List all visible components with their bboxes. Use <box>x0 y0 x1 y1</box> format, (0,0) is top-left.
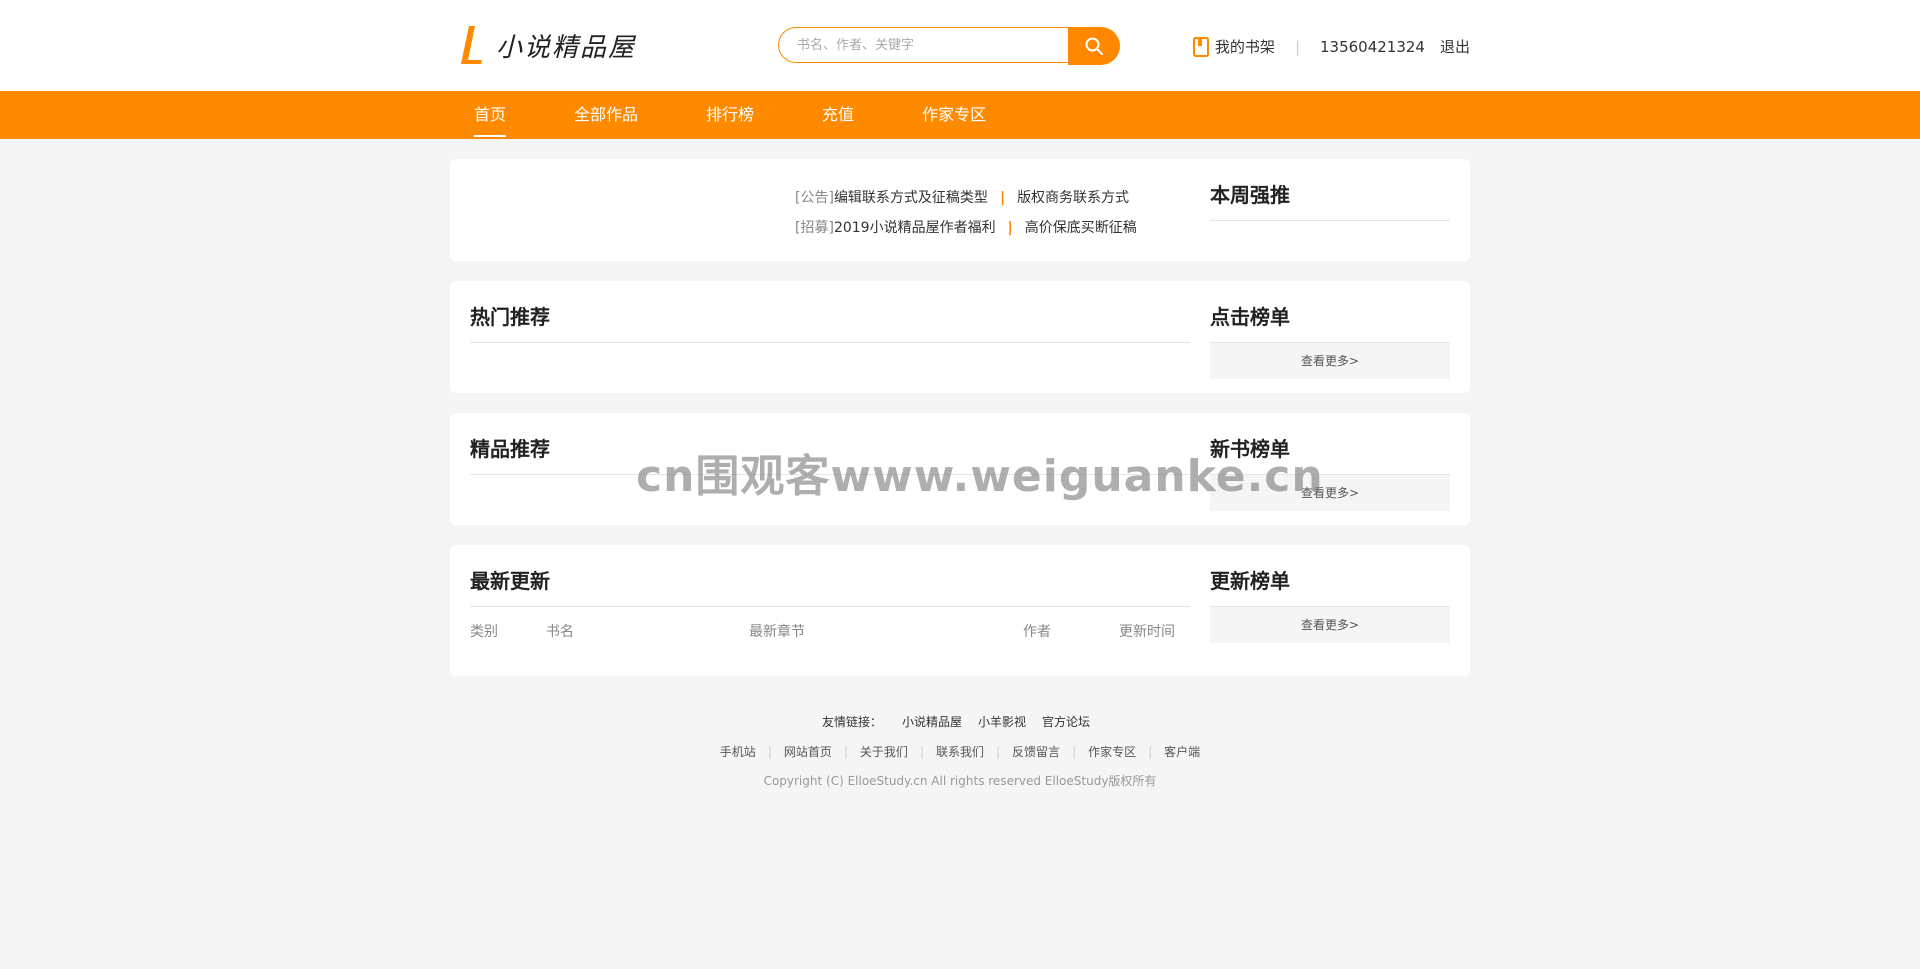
notice-link[interactable]: 高价保底买断征稿 <box>1025 220 1137 236</box>
nav-item-author-zone[interactable]: 作家专区 <box>922 91 986 139</box>
section-title: 热门推荐 <box>470 289 1190 343</box>
notice-tag: [招募] <box>795 220 834 236</box>
friend-link[interactable]: 小羊影视 <box>978 715 1026 729</box>
main-nav: 首页 全部作品 排行榜 充值 作家专区 <box>0 91 1920 139</box>
footer-link[interactable]: 关于我们 <box>860 745 908 759</box>
footer-separator: | <box>996 745 1001 759</box>
column-header: 书名 <box>546 624 574 640</box>
footer-link[interactable]: 反馈留言 <box>1012 745 1060 759</box>
more-button[interactable]: 查看更多> <box>1210 607 1450 643</box>
section-title: 最新更新 <box>470 553 1190 607</box>
nav-item-rankings[interactable]: 排行榜 <box>706 91 754 139</box>
friend-link[interactable]: 官方论坛 <box>1042 715 1090 729</box>
footer-separator: | <box>919 745 924 759</box>
book-icon <box>1192 36 1209 57</box>
search-icon <box>1085 37 1103 55</box>
footer-link[interactable]: 网站首页 <box>784 745 832 759</box>
user-area: 我的书架 | 13560421324 退出 <box>1192 36 1470 57</box>
footer-links: 手机站 | 网站首页 | 关于我们 | 联系我们 | 反馈留言 | 作家专区 | 客户端 <box>450 742 1470 762</box>
update-rank-section: 更新榜单 查看更多> <box>1210 553 1450 643</box>
weekly-section: 本周强推 <box>1210 167 1450 221</box>
search-input[interactable] <box>778 27 1068 63</box>
notice-link[interactable]: 2019小说精品屋作者福利 <box>834 220 996 236</box>
notice-line-2: [招募]2019小说精品屋作者福利 | 高价保底买断征稿 <box>795 213 1137 243</box>
latest-table-header: 类别 书名 最新章节 作者 更新时间 <box>470 621 1190 641</box>
copyright: Copyright (C) ElloeStudy.cn All rights r… <box>763 774 1157 788</box>
hot-panel: 热门推荐 点击榜单 查看更多> <box>450 281 1470 393</box>
section-title: 点击榜单 <box>1210 289 1450 343</box>
column-header: 作者 <box>1023 624 1051 640</box>
latest-panel: 最新更新 类别 书名 最新章节 作者 更新时间 更新榜单 查看更多> <box>450 545 1470 676</box>
footer-separator: | <box>1072 745 1077 759</box>
footer-separator: | <box>767 745 772 759</box>
footer: 友情链接： 小说精品屋 小羊影视 官方论坛 手机站 | 网站首页 | 关于我们 | 联系我们 | 反馈… <box>450 712 1470 789</box>
top-header: 小说精品屋 我的书架 | 13560421324 退出 <box>0 0 1920 91</box>
footer-separator: | <box>1148 745 1153 759</box>
footer-link[interactable]: 联系我们 <box>936 745 984 759</box>
column-header: 更新时间 <box>1119 624 1175 640</box>
notice-tag: [公告] <box>795 190 834 206</box>
column-header: 最新章节 <box>749 624 805 640</box>
footer-link[interactable]: 客户端 <box>1164 745 1200 759</box>
footer-link[interactable]: 手机站 <box>720 745 756 759</box>
nav-item-all-works[interactable]: 全部作品 <box>574 91 638 139</box>
hot-section: 热门推荐 <box>470 289 1190 343</box>
section-title: 本周强推 <box>1210 167 1450 221</box>
logo-mark-icon <box>460 24 486 66</box>
search-button[interactable] <box>1067 27 1120 65</box>
search-box <box>778 27 1120 65</box>
notice-line-1: [公告]编辑联系方式及征稿类型 | 版权商务联系方式 <box>795 183 1137 213</box>
logout-link[interactable]: 退出 <box>1440 36 1470 57</box>
notice-link[interactable]: 版权商务联系方式 <box>1017 190 1129 206</box>
section-title: 更新榜单 <box>1210 553 1450 607</box>
latest-section: 最新更新 类别 书名 最新章节 作者 更新时间 <box>470 553 1190 641</box>
footer-separator: | <box>843 745 848 759</box>
bookshelf-link[interactable]: 我的书架 <box>1192 36 1275 57</box>
nav-item-home[interactable]: 首页 <box>474 91 507 139</box>
bookshelf-label: 我的书架 <box>1214 38 1275 56</box>
friend-links-label: 友情链接： <box>821 715 882 729</box>
friend-links: 友情链接： 小说精品屋 小羊影视 官方论坛 <box>450 712 1470 732</box>
notice-link[interactable]: 编辑联系方式及征稿类型 <box>834 190 988 206</box>
notice-list: [公告]编辑联系方式及征稿类型 | 版权商务联系方式 [招募]2019小说精品屋作者… <box>795 183 1137 243</box>
notice-panel: [公告]编辑联系方式及征稿类型 | 版权商务联系方式 [招募]2019小说精品屋作者… <box>450 159 1470 261</box>
more-button[interactable]: 查看更多> <box>1210 343 1450 379</box>
header-separator: | <box>1294 37 1300 56</box>
site-logo[interactable]: 小说精品屋 <box>460 24 636 66</box>
friend-link[interactable]: 小说精品屋 <box>902 715 962 729</box>
footer-link[interactable]: 作家专区 <box>1088 745 1136 759</box>
click-rank-section: 点击榜单 查看更多> <box>1210 289 1450 379</box>
logo-text: 小说精品屋 <box>496 32 637 63</box>
notice-separator: | <box>999 190 1006 206</box>
column-header: 类别 <box>470 624 498 640</box>
notice-separator: | <box>1007 220 1013 236</box>
nav-item-recharge[interactable]: 充值 <box>822 91 854 139</box>
user-phone[interactable]: 13560421324 <box>1320 38 1425 56</box>
watermark: cn围观客www.weiguanke.cn <box>636 451 1324 502</box>
